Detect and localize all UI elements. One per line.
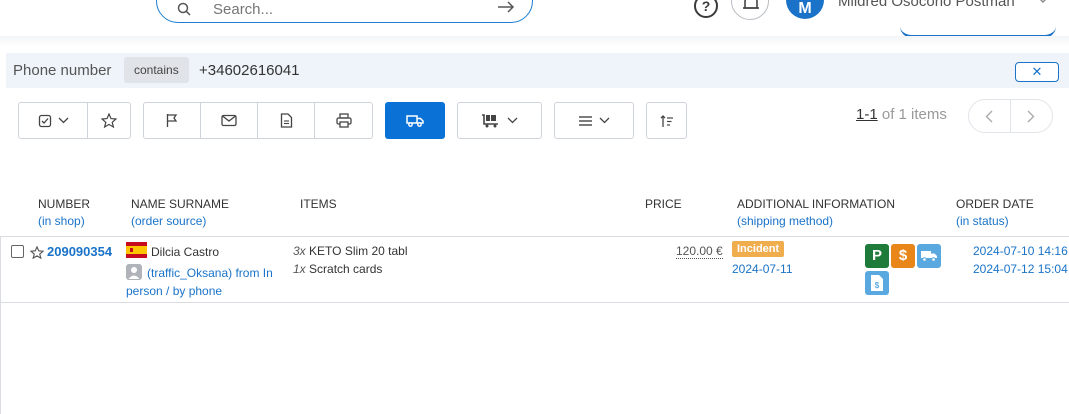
spain-flag-icon <box>126 242 147 258</box>
filter-value[interactable]: +34602616041 <box>199 62 300 79</box>
active-filter-bar: Phone number contains +34602616041 ✕ <box>6 53 1069 88</box>
avatar[interactable]: M <box>786 0 824 19</box>
document-dollar-icon: $ <box>871 275 883 291</box>
order-price: 120.00 € <box>676 244 723 259</box>
svg-text:$: $ <box>875 281 880 290</box>
column-header-name[interactable]: NAME SURNAME (order source) <box>131 196 229 230</box>
notifications-button[interactable] <box>731 0 769 20</box>
dollar-icon[interactable]: $ <box>891 244 915 268</box>
filter-operator[interactable]: contains <box>124 57 189 83</box>
truck-glyph <box>921 251 937 262</box>
chevron-down-icon <box>507 117 518 124</box>
row-checkbox[interactable] <box>11 245 24 258</box>
sort-button[interactable] <box>647 103 686 138</box>
checkbox-icon <box>38 114 51 127</box>
header-divider <box>0 36 1069 46</box>
star-icon[interactable] <box>30 246 44 259</box>
help-icon[interactable]: ? <box>694 0 718 18</box>
invoice-icon[interactable]: $ <box>865 271 889 295</box>
chevron-right-icon <box>1027 110 1035 122</box>
clear-filter-button[interactable]: ✕ <box>1015 62 1059 82</box>
selection-group <box>18 102 131 139</box>
order-number-link[interactable]: 209090354 <box>47 244 112 259</box>
top-bar: ? M Mildred Osocorio Postman <box>0 0 1069 38</box>
chevron-down-icon <box>58 117 68 124</box>
favorite-button[interactable] <box>88 103 130 138</box>
menu-icon <box>579 115 592 126</box>
item-line: 1x Scratch cards <box>293 262 383 276</box>
document-icon <box>280 113 292 128</box>
order-source-link[interactable]: (traffic_Oksana) from In person / by pho… <box>126 264 286 300</box>
print-button[interactable] <box>315 103 372 138</box>
shipping-button[interactable] <box>385 102 445 139</box>
column-header-number[interactable]: NUMBER (in shop) <box>38 196 90 230</box>
search-box[interactable] <box>156 0 533 23</box>
warehouse-group <box>457 102 542 139</box>
pagination-controls <box>968 99 1053 133</box>
column-header-order-date[interactable]: ORDER DATE (in status) <box>956 196 1034 230</box>
status-date: 2024-07-12 15:04 <box>973 262 1068 276</box>
printer-icon <box>335 113 352 128</box>
table-left-border <box>0 236 1 414</box>
pagination-info: 1-1 of 1 items <box>856 106 947 123</box>
truck-icon <box>406 115 424 127</box>
warehouse-dropdown-button[interactable] <box>458 103 541 138</box>
status-badge[interactable]: Incident <box>732 241 785 257</box>
mail-icon <box>221 114 237 127</box>
search-icon <box>177 2 191 16</box>
user-name[interactable]: Mildred Osocorio Postman <box>838 0 1015 10</box>
order-date: 2024-07-10 14:16 <box>973 244 1068 258</box>
menu-group <box>554 102 634 139</box>
search-input[interactable] <box>213 0 483 19</box>
sort-group <box>646 102 687 139</box>
chevron-left-icon <box>985 110 993 122</box>
actions-group <box>143 102 373 139</box>
prev-page-button[interactable] <box>969 100 1011 132</box>
flag-button[interactable] <box>144 103 201 138</box>
bell-icon <box>743 0 759 9</box>
arrow-right-icon[interactable] <box>497 0 515 14</box>
header-divider-line <box>0 236 1069 237</box>
cart-icon <box>482 114 498 128</box>
chevron-down-icon[interactable] <box>1037 0 1049 4</box>
column-header-items[interactable]: ITEMS <box>300 196 337 213</box>
chevron-down-icon <box>599 117 610 124</box>
star-icon <box>101 113 117 128</box>
pagination-range[interactable]: 1-1 <box>856 106 878 123</box>
list-options-button[interactable] <box>555 103 633 138</box>
document-button[interactable] <box>258 103 315 138</box>
shipping-date: 2024-07-11 <box>732 262 793 276</box>
parking-icon[interactable]: P <box>865 244 889 268</box>
email-button[interactable] <box>201 103 258 138</box>
row-divider-line <box>0 302 1069 303</box>
filter-field-label: Phone number <box>13 62 112 79</box>
column-header-additional-info[interactable]: ADDITIONAL INFORMATION (shipping method) <box>737 196 895 230</box>
pagination-total: of 1 items <box>881 106 947 123</box>
item-line: 3x KETO Slim 20 tabl <box>293 244 408 258</box>
select-dropdown-button[interactable] <box>19 103 88 138</box>
column-header-price[interactable]: PRICE <box>645 196 682 213</box>
flag-icon <box>166 114 178 127</box>
sort-icon <box>660 114 673 127</box>
next-page-button[interactable] <box>1011 100 1053 132</box>
truck-icon[interactable] <box>917 244 941 268</box>
customer-name[interactable]: Dilcia Castro <box>151 245 219 259</box>
